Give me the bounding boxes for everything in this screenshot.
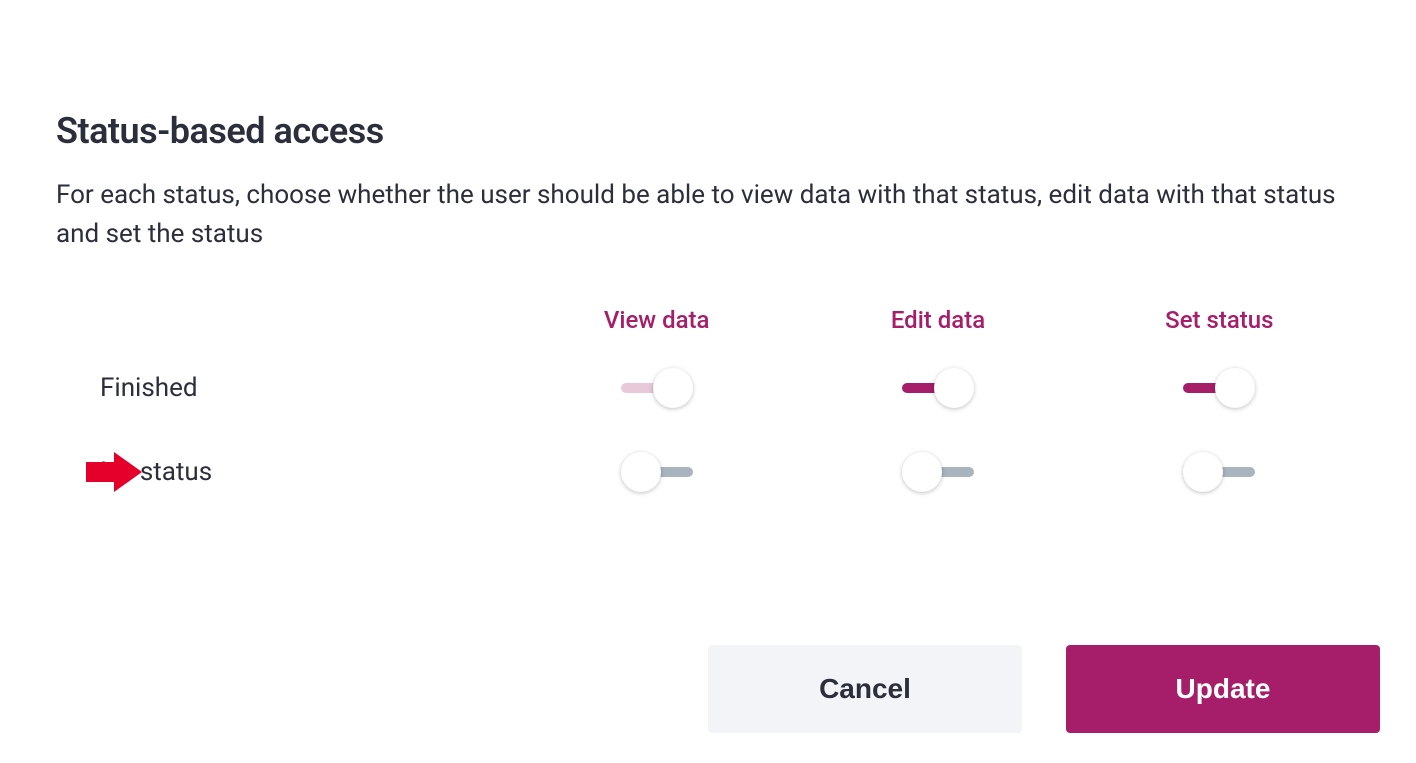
row-label: Finished: [56, 373, 516, 403]
col-header-label: View data: [604, 306, 710, 334]
toggle-edit[interactable]: [902, 452, 974, 492]
perm-cell: [516, 368, 797, 408]
toggle-view[interactable]: [621, 452, 693, 492]
footer-actions: Cancel Update: [708, 645, 1380, 733]
toggle-knob: [653, 368, 693, 408]
perm-cell: [1079, 368, 1360, 408]
toggle-set[interactable]: [1183, 368, 1255, 408]
panel-title: Status-based access: [56, 110, 1360, 152]
col-header-set: Set status: [1079, 306, 1360, 334]
update-button[interactable]: Update: [1066, 645, 1380, 733]
panel-description: For each status, choose whether the user…: [56, 176, 1356, 254]
toggle-knob: [1215, 368, 1255, 408]
toggle-view: [621, 368, 693, 408]
toggle-set[interactable]: [1183, 452, 1255, 492]
perm-cell: [516, 452, 797, 492]
table-header-row: View data Edit data Set status: [56, 306, 1360, 334]
pointer-arrow-icon: [86, 452, 142, 492]
permissions-table: View data Edit data Set status Finished N…: [56, 306, 1360, 492]
table-row: Finished: [56, 368, 1360, 408]
table-row: No status: [56, 452, 1360, 492]
toggle-knob: [902, 452, 942, 492]
toggle-knob: [1183, 452, 1223, 492]
perm-cell: [797, 452, 1078, 492]
toggle-edit[interactable]: [902, 368, 974, 408]
col-header-label: Edit data: [891, 306, 985, 334]
perm-cell: [797, 368, 1078, 408]
col-header-edit: Edit data: [797, 306, 1078, 334]
status-access-panel: Status-based access For each status, cho…: [0, 0, 1416, 492]
perm-cell: [1079, 452, 1360, 492]
toggle-knob: [621, 452, 661, 492]
col-header-label: Set status: [1165, 306, 1273, 334]
cancel-button[interactable]: Cancel: [708, 645, 1022, 733]
col-header-view: View data: [516, 306, 797, 334]
toggle-knob: [934, 368, 974, 408]
